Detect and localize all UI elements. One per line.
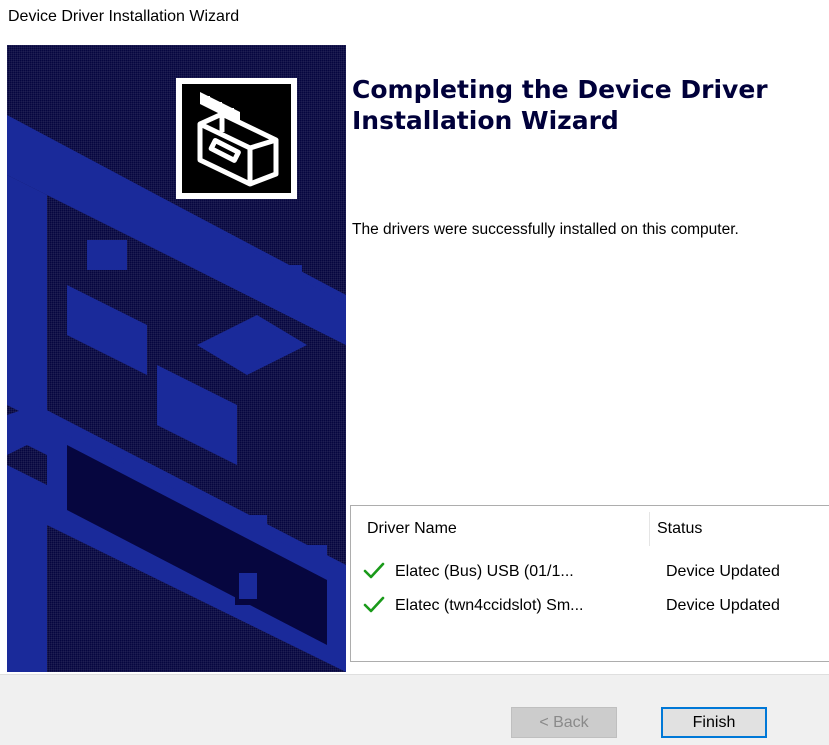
table-header: Driver Name Status bbox=[351, 506, 829, 550]
column-divider[interactable] bbox=[649, 512, 650, 546]
heading-line-1: Completing the Device Driver bbox=[352, 75, 768, 104]
driver-name: Elatec (Bus) USB (01/1... bbox=[395, 563, 574, 580]
wizard-logo bbox=[176, 78, 297, 199]
driver-name: Elatec (twn4ccidslot) Sm... bbox=[395, 597, 584, 614]
column-header-status[interactable]: Status bbox=[657, 520, 702, 538]
table-row[interactable]: Elatec (twn4ccidslot) Sm... Device Updat… bbox=[351, 592, 829, 620]
driver-status: Device Updated bbox=[666, 563, 780, 580]
check-icon bbox=[363, 562, 385, 579]
wizard-banner bbox=[7, 45, 346, 672]
check-icon bbox=[363, 596, 385, 613]
column-header-driver-name[interactable]: Driver Name bbox=[367, 520, 457, 538]
driver-list-table[interactable]: Driver Name Status Elatec (Bus) USB (01/… bbox=[350, 505, 829, 662]
success-message: The drivers were successfully installed … bbox=[352, 221, 739, 238]
wizard-footer: < Back Finish bbox=[0, 675, 829, 745]
heading-line-2: Installation Wizard bbox=[352, 106, 619, 135]
finish-button[interactable]: Finish bbox=[661, 707, 767, 738]
wizard-heading: Completing the Device Driver Installatio… bbox=[352, 74, 829, 136]
back-button[interactable]: < Back bbox=[511, 707, 617, 738]
window-title: Device Driver Installation Wizard bbox=[8, 8, 240, 25]
driver-status: Device Updated bbox=[666, 597, 780, 614]
drive-installer-icon bbox=[197, 92, 279, 187]
table-row[interactable]: Elatec (Bus) USB (01/1... Device Updated bbox=[351, 558, 829, 586]
